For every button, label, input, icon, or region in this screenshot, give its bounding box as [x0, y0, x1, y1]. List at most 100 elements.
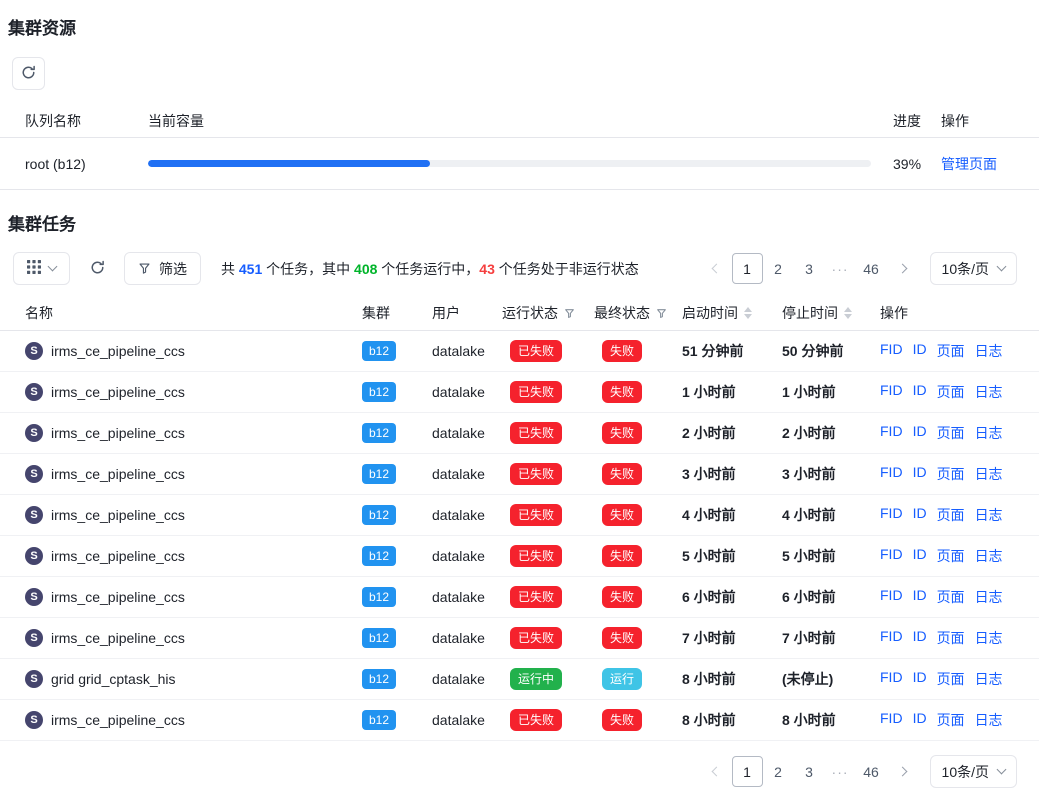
pagination-ellipsis: ···: [825, 756, 856, 787]
task-user: datalake: [432, 630, 502, 646]
row-action-fid-link[interactable]: FID: [880, 628, 903, 648]
col-header-stop-time: 停止时间: [782, 303, 880, 323]
row-action-fid-link[interactable]: FID: [880, 505, 903, 525]
page-size-label: 10条/页: [942, 762, 989, 782]
row-action-log-link[interactable]: 日志: [975, 669, 1003, 689]
row-action-page-link[interactable]: 页面: [937, 423, 965, 443]
row-action-fid-link[interactable]: FID: [880, 341, 903, 361]
resources-table-header: 队列名称 当前容量 进度 操作: [0, 105, 1039, 138]
task-actions: FID ID 页面日志: [880, 382, 1039, 402]
row-action-id-link[interactable]: ID: [913, 382, 927, 402]
page-button-1[interactable]: 1: [732, 756, 763, 787]
column-settings-button[interactable]: [13, 252, 70, 285]
col-header-actions: 操作: [941, 111, 1014, 131]
page-button-2[interactable]: 2: [763, 756, 794, 787]
stop-time: 2 小时前: [782, 423, 880, 443]
run-status-badge: 已失败: [510, 586, 562, 608]
row-action-id-link[interactable]: ID: [913, 628, 927, 648]
row-action-fid-link[interactable]: FID: [880, 423, 903, 443]
cluster-tasks-section: 集群任务: [0, 210, 1039, 788]
progress-fill: [148, 160, 430, 167]
row-action-id-link[interactable]: ID: [913, 669, 927, 689]
cluster-badge: b12: [362, 710, 396, 730]
task-type-avatar: S: [25, 424, 43, 442]
row-action-id-link[interactable]: ID: [913, 423, 927, 443]
row-action-id-link[interactable]: ID: [913, 587, 927, 607]
page-size-select[interactable]: 10条/页: [930, 252, 1017, 285]
row-action-page-link[interactable]: 页面: [937, 587, 965, 607]
row-action-log-link[interactable]: 日志: [975, 464, 1003, 484]
cluster-badge: b12: [362, 546, 396, 566]
row-action-fid-link[interactable]: FID: [880, 382, 903, 402]
row-action-log-link[interactable]: 日志: [975, 546, 1003, 566]
row-action-log-link[interactable]: 日志: [975, 587, 1003, 607]
next-page-button[interactable]: [887, 756, 918, 787]
col-header-queue: 队列名称: [25, 111, 148, 131]
task-type-avatar: S: [25, 547, 43, 565]
final-status-badge: 失败: [602, 381, 642, 403]
next-page-button[interactable]: [887, 253, 918, 284]
page-button-46[interactable]: 46: [856, 756, 887, 787]
refresh-tasks-button[interactable]: [82, 252, 112, 285]
pagination: 123···46: [701, 756, 918, 787]
cluster-badge: b12: [362, 423, 396, 443]
run-status-badge: 已失败: [510, 422, 562, 444]
row-action-fid-link[interactable]: FID: [880, 710, 903, 730]
prev-page-button[interactable]: [701, 253, 732, 284]
row-action-log-link[interactable]: 日志: [975, 628, 1003, 648]
start-time: 8 小时前: [682, 669, 782, 689]
table-row: S irms_ce_pipeline_ccs b12 datalake 已失败 …: [0, 536, 1039, 577]
row-action-fid-link[interactable]: FID: [880, 669, 903, 689]
row-action-page-link[interactable]: 页面: [937, 628, 965, 648]
stop-time: 4 小时前: [782, 505, 880, 525]
row-action-id-link[interactable]: ID: [913, 710, 927, 730]
stop-time-sort-icon[interactable]: [844, 307, 852, 319]
manage-page-link[interactable]: 管理页面: [941, 156, 997, 172]
row-action-id-link[interactable]: ID: [913, 546, 927, 566]
page-button-3[interactable]: 3: [794, 253, 825, 284]
row-action-id-link[interactable]: ID: [913, 464, 927, 484]
task-actions: FID ID 页面日志: [880, 341, 1039, 361]
row-action-page-link[interactable]: 页面: [937, 669, 965, 689]
cluster-resources-title: 集群资源: [8, 0, 1039, 39]
row-action-fid-link[interactable]: FID: [880, 464, 903, 484]
start-time-sort-icon[interactable]: [744, 307, 752, 319]
cluster-badge: b12: [362, 669, 396, 689]
task-name: irms_ce_pipeline_ccs: [51, 466, 185, 482]
run-status-filter-icon[interactable]: [564, 308, 575, 319]
row-action-page-link[interactable]: 页面: [937, 382, 965, 402]
final-status-badge: 失败: [602, 627, 642, 649]
task-actions: FID ID 页面日志: [880, 587, 1039, 607]
col-header-final-status: 最终状态: [594, 303, 682, 323]
page-button-3[interactable]: 3: [794, 756, 825, 787]
page-button-2[interactable]: 2: [763, 253, 794, 284]
final-status-filter-icon[interactable]: [656, 308, 667, 319]
row-action-page-link[interactable]: 页面: [937, 710, 965, 730]
page-size-select[interactable]: 10条/页: [930, 755, 1017, 788]
row-action-page-link[interactable]: 页面: [937, 464, 965, 484]
row-action-id-link[interactable]: ID: [913, 505, 927, 525]
row-action-log-link[interactable]: 日志: [975, 423, 1003, 443]
col-header-start-time: 启动时间: [682, 303, 782, 323]
task-actions: FID ID 页面日志: [880, 669, 1039, 689]
row-action-log-link[interactable]: 日志: [975, 710, 1003, 730]
queue-row: root (b12) 39% 管理页面: [0, 138, 1039, 190]
row-action-page-link[interactable]: 页面: [937, 505, 965, 525]
row-action-page-link[interactable]: 页面: [937, 341, 965, 361]
cluster-badge: b12: [362, 587, 396, 607]
row-action-fid-link[interactable]: FID: [880, 587, 903, 607]
page-button-46[interactable]: 46: [856, 253, 887, 284]
filter-button[interactable]: 筛选: [124, 252, 201, 285]
stop-time: 8 小时前: [782, 710, 880, 730]
row-action-page-link[interactable]: 页面: [937, 546, 965, 566]
cluster-badge: b12: [362, 341, 396, 361]
cluster-badge: b12: [362, 505, 396, 525]
row-action-id-link[interactable]: ID: [913, 341, 927, 361]
page-button-1[interactable]: 1: [732, 253, 763, 284]
prev-page-button[interactable]: [701, 756, 732, 787]
refresh-resources-button[interactable]: [12, 57, 45, 90]
row-action-log-link[interactable]: 日志: [975, 382, 1003, 402]
row-action-log-link[interactable]: 日志: [975, 341, 1003, 361]
row-action-log-link[interactable]: 日志: [975, 505, 1003, 525]
row-action-fid-link[interactable]: FID: [880, 546, 903, 566]
